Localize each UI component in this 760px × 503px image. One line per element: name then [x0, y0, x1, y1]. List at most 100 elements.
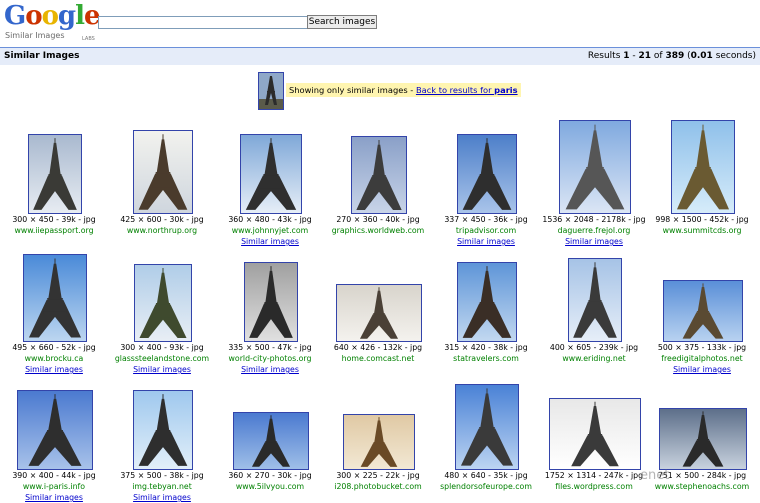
- eiffel-tower-thumbnail[interactable]: [23, 254, 87, 342]
- eiffel-tower-image: [352, 137, 406, 213]
- result-item: 1536 × 2048 - 2178k - jpg daguerre.frejol…: [540, 118, 648, 246]
- image-source-site: freedigitalphotos.net: [661, 354, 743, 363]
- eiffel-tower-image: [550, 399, 640, 469]
- eiffel-tower-image: [337, 285, 421, 341]
- result-item: 500 × 375 - 133k - jpg freedigitalphotos.…: [648, 246, 756, 374]
- result-item: 998 × 1500 - 452k - jpg www.summitcds.org: [648, 118, 756, 242]
- result-item: 300 × 400 - 93k - jpg glasssteelandstone.…: [108, 246, 216, 374]
- eiffel-tower-thumbnail[interactable]: [133, 390, 193, 470]
- header: Google Similar Images LABS Search images: [0, 0, 760, 46]
- eiffel-tower-icon: [259, 73, 283, 109]
- image-source-site: world-city-photos.org: [228, 354, 312, 363]
- eiffel-tower-thumbnail[interactable]: [28, 134, 82, 214]
- google-similar-images-logo[interactable]: Google Similar Images LABS: [4, 1, 101, 44]
- search-images-button[interactable]: Search images: [307, 15, 377, 29]
- image-metadata: 375 × 500 - 38k - jpg: [120, 471, 204, 480]
- eiffel-tower-image: [241, 135, 301, 213]
- section-title: Similar Images: [4, 51, 80, 61]
- eiffel-tower-thumbnail[interactable]: [336, 284, 422, 342]
- eiffel-tower-image: [672, 121, 734, 213]
- image-source-site: www.northrup.org: [126, 226, 198, 235]
- eiffel-tower-thumbnail[interactable]: [455, 384, 519, 470]
- image-source-site: splendorsofeurope.com: [440, 482, 532, 491]
- eiffel-tower-image: [135, 265, 191, 341]
- eiffel-tower-image: [344, 415, 414, 469]
- eiffel-tower-thumbnail[interactable]: [659, 408, 747, 470]
- image-source-site: graphics.worldweb.com: [331, 226, 425, 235]
- image-metadata: 390 × 400 - 44k - jpg: [12, 471, 96, 480]
- image-metadata: 640 × 426 - 132k - jpg: [333, 343, 423, 352]
- eiffel-tower-image: [458, 135, 516, 213]
- results-bar: Similar Images Results 1 - 21 of 389 (0.…: [0, 47, 760, 65]
- results-count: Results 1 - 21 of 389 (0.01 seconds): [587, 51, 756, 61]
- eiffel-tower-image: [245, 263, 297, 341]
- eiffel-tower-image: [456, 385, 518, 469]
- image-source-site: www.iiepassport.org: [14, 226, 94, 235]
- image-metadata: 500 × 375 - 133k - jpg: [657, 343, 747, 352]
- watermark-logo: enet: [640, 468, 670, 483]
- eiffel-tower-thumbnail[interactable]: [133, 130, 193, 214]
- query-thumbnail[interactable]: [258, 72, 284, 110]
- eiffel-tower-thumbnail[interactable]: [457, 134, 517, 214]
- eiffel-tower-thumbnail[interactable]: [559, 120, 631, 214]
- eiffel-tower-thumbnail[interactable]: [671, 120, 735, 214]
- result-item: 335 × 500 - 47k - jpg world-city-photos.o…: [216, 246, 324, 374]
- result-item: 360 × 270 - 30k - jpg www.5ilvyou.com: [216, 374, 324, 498]
- eiffel-tower-image: [560, 121, 630, 213]
- eiffel-tower-image: [29, 135, 81, 213]
- image-metadata: 300 × 450 - 39k - jpg: [12, 215, 96, 224]
- image-source-site: www.johnnyjet.com: [231, 226, 309, 235]
- similar-images-link[interactable]: Similar images: [0, 492, 108, 503]
- image-metadata: 998 × 1500 - 452k - jpg: [655, 215, 749, 224]
- eiffel-tower-thumbnail[interactable]: [240, 134, 302, 214]
- eiffel-tower-thumbnail[interactable]: [663, 280, 743, 342]
- image-metadata: 315 × 420 - 38k - jpg: [444, 343, 528, 352]
- eiffel-tower-image: [134, 131, 192, 213]
- eiffel-tower-thumbnail[interactable]: [233, 412, 309, 470]
- image-metadata: 495 × 660 - 52k - jpg: [12, 343, 96, 352]
- eiffel-tower-thumbnail[interactable]: [457, 262, 517, 342]
- image-source-site: daguerre.frejol.org: [557, 226, 631, 235]
- result-item: 400 × 605 - 239k - jpg www.eriding.net: [540, 246, 648, 370]
- image-source-site: img.tebyan.net: [132, 482, 192, 491]
- result-item: 495 × 660 - 52k - jpg www.brocku.ca Simila…: [0, 246, 108, 374]
- eiffel-tower-thumbnail[interactable]: [351, 136, 407, 214]
- eiffel-tower-image: [18, 391, 92, 469]
- image-source-site: www.summitcds.org: [662, 226, 742, 235]
- image-source-site: statravelers.com: [453, 354, 519, 363]
- result-item: 300 × 450 - 39k - jpg www.iiepassport.org: [0, 118, 108, 242]
- image-metadata: 270 × 360 - 40k - jpg: [336, 215, 420, 224]
- eiffel-tower-image: [234, 413, 308, 469]
- result-item: 270 × 360 - 40k - jpg graphics.worldweb.c…: [324, 118, 432, 242]
- image-metadata: 337 × 450 - 36k - jpg: [444, 215, 528, 224]
- search-input[interactable]: [98, 16, 308, 29]
- result-item: 425 × 600 - 30k - jpg www.northrup.org: [108, 118, 216, 242]
- image-metadata: 1536 × 2048 - 2178k - jpg: [542, 215, 646, 224]
- image-metadata: 300 × 225 - 22k - jpg: [336, 471, 420, 480]
- similar-notice: Showing only similar images - Back to re…: [258, 72, 521, 110]
- similar-images-link[interactable]: Similar images: [108, 492, 216, 503]
- eiffel-tower-thumbnail[interactable]: [244, 262, 298, 342]
- logo-labs: LABS: [82, 36, 95, 42]
- result-item: 480 × 640 - 35k - jpg splendorsofeurope.c…: [432, 374, 540, 498]
- eiffel-tower-image: [664, 281, 742, 341]
- image-source-site: files.wordpress.com: [555, 482, 633, 491]
- eiffel-tower-image: [458, 263, 516, 341]
- image-source-site: www.5ilvyou.com: [235, 482, 305, 491]
- eiffel-tower-thumbnail[interactable]: [343, 414, 415, 470]
- eiffel-tower-thumbnail[interactable]: [134, 264, 192, 342]
- result-item: 640 × 426 - 132k - jpg home.comcast.net: [324, 246, 432, 370]
- image-metadata: 1752 × 1314 - 247k - jpg: [544, 471, 644, 480]
- result-item: 337 × 450 - 36k - jpg tripadvisor.com Simi…: [432, 118, 540, 246]
- eiffel-tower-thumbnail[interactable]: [17, 390, 93, 470]
- image-metadata: 360 × 480 - 43k - jpg: [228, 215, 312, 224]
- eiffel-tower-image: [660, 409, 746, 469]
- eiffel-tower-thumbnail[interactable]: [568, 258, 622, 342]
- result-item: 1752 × 1314 - 247k - jpg files.wordpress.…: [540, 374, 648, 498]
- image-metadata: 335 × 500 - 47k - jpg: [228, 343, 312, 352]
- back-to-results-link[interactable]: Back to results for paris: [416, 85, 518, 95]
- eiffel-tower-thumbnail[interactable]: [549, 398, 641, 470]
- image-source-site: www.i-paris.info: [22, 482, 86, 491]
- result-item: 315 × 420 - 38k - jpg statravelers.com: [432, 246, 540, 370]
- image-source-site: www.brocku.ca: [24, 354, 84, 363]
